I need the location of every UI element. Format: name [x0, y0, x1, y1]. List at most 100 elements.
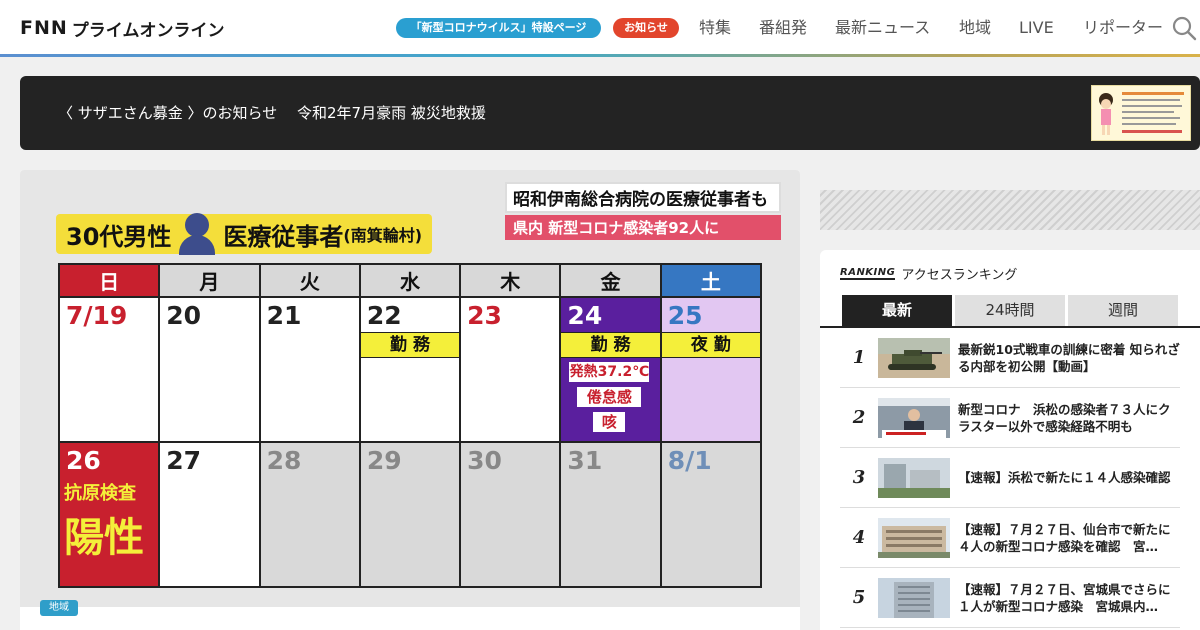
- day-number: 23: [467, 301, 502, 330]
- day-number: 22: [366, 301, 402, 330]
- calendar-day: 22 勤 務: [360, 298, 460, 441]
- rank-thumbnail: [878, 397, 950, 438]
- site-logo[interactable]: FNN プライムオンライン: [20, 17, 225, 41]
- ranking-tabs: 最新 24時間 週間: [842, 295, 1178, 326]
- header-gradient-line: [0, 54, 1200, 57]
- day-number: 7/19: [66, 301, 128, 330]
- weekday-tue: 火: [260, 265, 359, 296]
- ranking-item[interactable]: 4 【速報】７月２７日、仙台市で新たに４人の新型コロナ感染を確認 宮…: [840, 508, 1180, 568]
- banner-thumbnail-image: [1091, 85, 1191, 141]
- day-number: 29: [366, 446, 402, 475]
- graphic-title-job: 医療従事者: [223, 222, 344, 251]
- day-number: 25: [667, 301, 703, 330]
- site-header: FNN プライムオンライン 「新型コロナウイルス」特設ページ お知らせ 特集 番…: [0, 0, 1200, 57]
- tab-latest[interactable]: 最新: [842, 295, 952, 326]
- ranking-item[interactable]: 2 新型コロナ 浜松の感染者７３人にクラスター以外で感染経路不明も: [840, 388, 1180, 448]
- ranking-label-en: RANKING: [840, 267, 896, 280]
- banner-text: 〈 サザエさん募金 〉のお知らせ 令和2年7月豪雨 被災地救援: [58, 104, 486, 122]
- rank-number: 4: [852, 527, 866, 548]
- rank-title: 新型コロナ 浜松の感染者７３人にクラスター以外で感染経路不明も: [958, 401, 1171, 434]
- calendar-day: 7/19: [60, 298, 159, 441]
- day-number: 31: [567, 446, 603, 475]
- rank-number: 2: [852, 407, 866, 428]
- day-number: 30: [467, 446, 502, 475]
- rank-thumbnail: [878, 337, 950, 378]
- calendar-day: 28: [260, 443, 359, 586]
- person-icon: [177, 213, 217, 255]
- ranking-item[interactable]: 3 【速報】浜松で新たに１４人感染確認: [840, 448, 1180, 508]
- calendar-day: 8/1: [661, 443, 760, 586]
- calendar-day: 31: [561, 443, 660, 586]
- rank-title: 【速報】７月２７日、仙台市で新たに４人の新型コロナ感染を確認 宮…: [958, 521, 1171, 554]
- symptom-calendar: 日 月 火 水 木 金 土 7/19 20 21 22 勤 務 23 24 勤 …: [58, 263, 762, 588]
- symptom-fever: 発熱37.2℃: [569, 362, 650, 382]
- calendar-day: 24 勤 務 発熱37.2℃ 倦怠感 咳: [561, 298, 660, 441]
- symptom-cough: 咳: [593, 412, 626, 432]
- region-category-tag[interactable]: 地域: [40, 600, 78, 616]
- nav-latest-news[interactable]: 最新ニュース: [835, 17, 930, 39]
- day-number: 21: [266, 301, 302, 330]
- day-number: 28: [266, 446, 302, 475]
- weekday-wed: 水: [360, 265, 460, 296]
- notice-link[interactable]: お知らせ: [613, 18, 679, 38]
- top-article-card[interactable]: 30代男性 医療従事者 (南箕輪村) 昭和伊南総合病院の医療従事者も 県内 新型…: [20, 170, 800, 630]
- search-icon[interactable]: [1171, 15, 1197, 41]
- calendar-day: 30: [461, 443, 560, 586]
- ranking-item[interactable]: 5 【速報】７月２７日、宮城県でさらに１人が新型コロナ感染 宮城県内…: [840, 568, 1180, 628]
- graphic-headline-line1: 昭和伊南総合病院の医療従事者も: [505, 182, 781, 213]
- day-number: 26: [66, 446, 101, 475]
- calendar-day: 25 夜 勤: [661, 298, 760, 441]
- access-ranking-panel: RANKING アクセスランキング 最新 24時間 週間 1 最新鋭10式戦車の…: [820, 250, 1200, 630]
- calendar-day: 23: [461, 298, 560, 441]
- ranking-heading: RANKING アクセスランキング: [840, 264, 1017, 283]
- symptom-fatigue: 倦怠感: [577, 387, 642, 407]
- work-shift-label: 勤 務: [360, 332, 460, 358]
- nav-reporter[interactable]: リポーター: [1083, 17, 1163, 39]
- graphic-title-place: (南箕輪村): [343, 226, 423, 245]
- rank-title: 【速報】浜松で新たに１４人感染確認: [958, 470, 1171, 485]
- rank-thumbnail: [878, 577, 950, 618]
- rank-number: 3: [852, 467, 866, 488]
- calendar-day: 26 抗原検査 陽性: [60, 443, 159, 586]
- calendar-day: 27: [160, 443, 259, 586]
- corona-special-page-link[interactable]: 「新型コロナウイルス」特設ページ: [396, 18, 601, 38]
- calendar-day: 29: [360, 443, 460, 586]
- rank-title: 【速報】７月２７日、宮城県でさらに１人が新型コロナ感染 宮城県内…: [958, 581, 1171, 614]
- sazae-fundraising-banner[interactable]: 〈 サザエさん募金 〉のお知らせ 令和2年7月豪雨 被災地救援: [20, 76, 1200, 150]
- tab-weekly[interactable]: 週間: [1068, 295, 1178, 326]
- rank-title: 最新鋭10式戦車の訓練に密着 知られざる内部を初公開【動画】: [958, 341, 1180, 374]
- graphic-headline: 昭和伊南総合病院の医療従事者も 県内 新型コロナ感染者92人に: [505, 182, 781, 240]
- ad-placeholder: [820, 190, 1200, 230]
- graphic-title-age: 30代男性: [66, 222, 172, 251]
- positive-result-label: 陽性: [64, 515, 144, 561]
- calendar-day: 21: [260, 298, 359, 441]
- rank-number: 1: [852, 347, 866, 368]
- rank-thumbnail: [878, 517, 950, 558]
- logo-prime-online: プライムオンライン: [71, 20, 225, 41]
- calendar-day: 20: [160, 298, 259, 441]
- graphic-headline-line2: 県内 新型コロナ感染者92人に: [505, 215, 781, 240]
- tab-24-hours[interactable]: 24時間: [955, 295, 1065, 326]
- weekday-mon: 月: [160, 265, 259, 296]
- ranking-label-jp: アクセスランキング: [901, 268, 1018, 283]
- rank-thumbnail: [878, 457, 950, 498]
- rank-number: 5: [852, 587, 866, 608]
- weekday-fri: 金: [561, 265, 660, 296]
- ranking-item[interactable]: 1 最新鋭10式戦車の訓練に密着 知られざる内部を初公開【動画】: [840, 328, 1180, 388]
- day-number: 27: [166, 446, 202, 475]
- day-number: 8/1: [667, 446, 712, 475]
- logo-fnn: FNN: [20, 17, 68, 39]
- nav-region[interactable]: 地域: [959, 17, 991, 39]
- night-shift-label: 夜 勤: [661, 332, 760, 358]
- nav-features[interactable]: 特集: [699, 17, 731, 39]
- ranking-list: 1 最新鋭10式戦車の訓練に密着 知られざる内部を初公開【動画】 2 新型コロナ…: [840, 328, 1180, 628]
- weekday-thu: 木: [461, 265, 560, 296]
- nav-live[interactable]: LIVE: [1019, 17, 1054, 39]
- day-number: 24: [567, 301, 603, 330]
- graphic-title-box: 30代男性 医療従事者 (南箕輪村): [56, 213, 433, 255]
- nav-programs[interactable]: 番組発: [759, 17, 807, 39]
- day-number: 20: [166, 301, 202, 330]
- article-hero-image: 30代男性 医療従事者 (南箕輪村) 昭和伊南総合病院の医療従事者も 県内 新型…: [20, 170, 800, 607]
- weekday-sun: 日: [60, 265, 159, 296]
- antigen-test-label: 抗原検査: [64, 483, 136, 504]
